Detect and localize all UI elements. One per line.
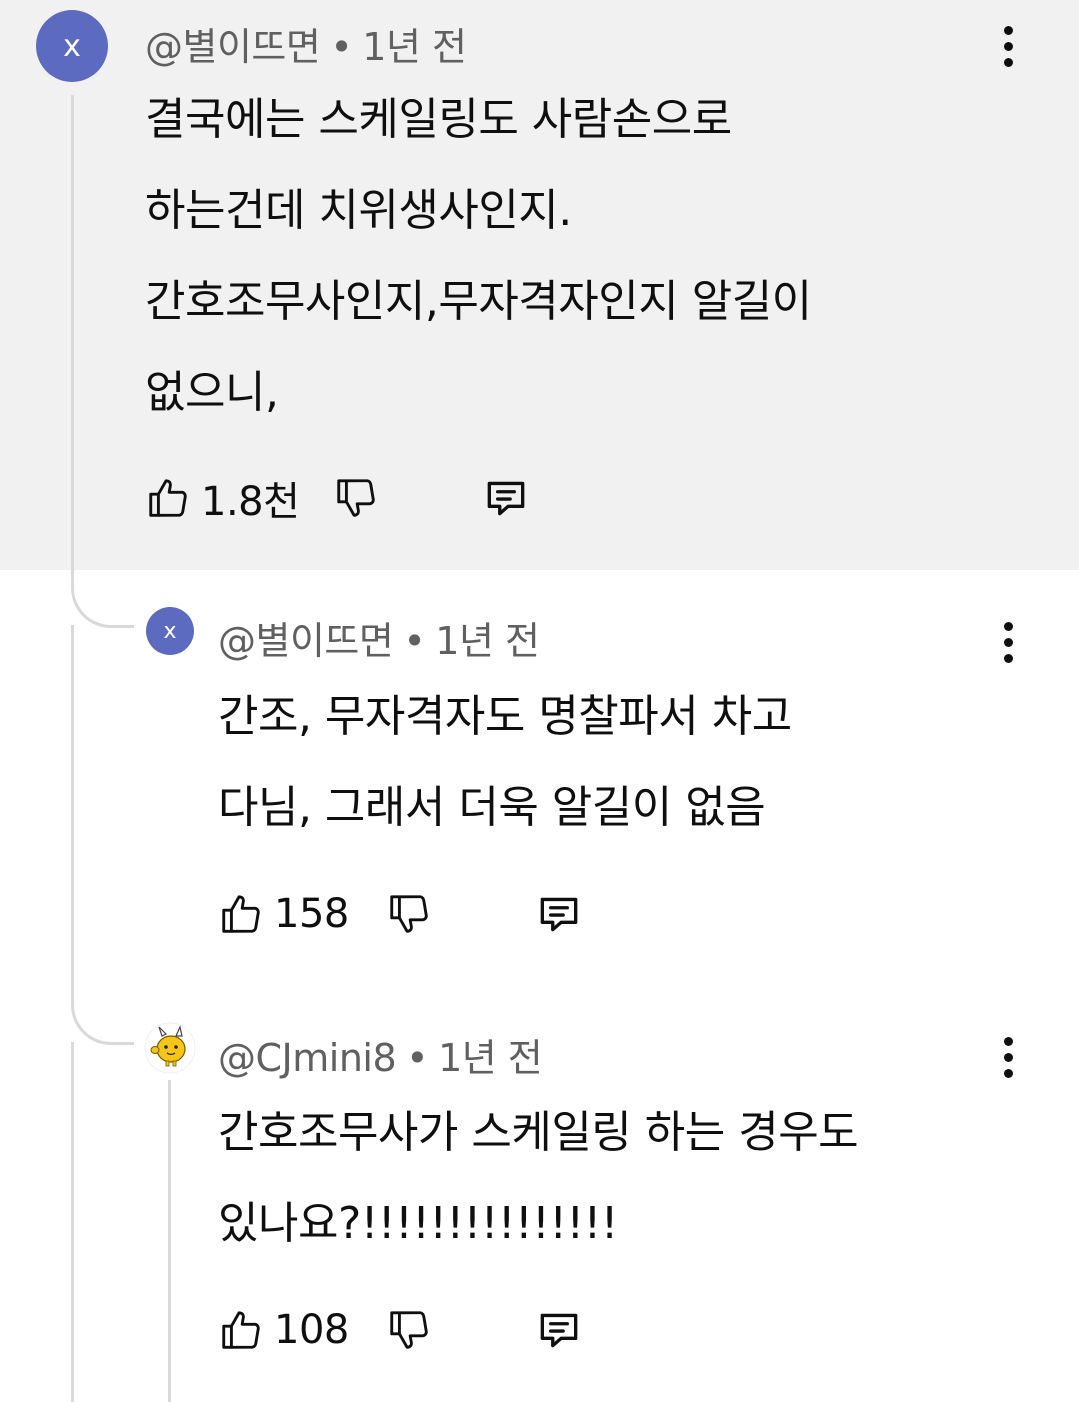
like-count: 108 (274, 1307, 349, 1353)
comment-header: @CJmini8 • 1년 전 (218, 1027, 543, 1082)
character-avatar-icon (144, 1022, 196, 1074)
reply-comment-icon (487, 481, 525, 516)
dislike-button[interactable] (333, 468, 379, 528)
thumbs-up-icon (222, 895, 260, 933)
thumbs-down-icon (390, 1311, 428, 1349)
avatar[interactable]: x (36, 10, 108, 82)
avatar-letter: x (63, 28, 81, 64)
like-button[interactable]: 1.8천 (145, 468, 300, 528)
separator: • (406, 1036, 429, 1080)
comment-text: 결국에는 스케일링도 사람손으로 하는건데 치위생사인지. 간호조무사인지,무자… (145, 74, 812, 438)
more-menu-button[interactable] (988, 1027, 1028, 1087)
comment-line: 결국에는 스케일링도 사람손으로 (145, 94, 732, 145)
reply-comment-icon (540, 1313, 578, 1348)
timestamp[interactable]: 1년 전 (362, 25, 467, 69)
author-name[interactable]: @별이뜨면 (218, 619, 394, 663)
more-vertical-icon (1003, 25, 1013, 35)
like-button[interactable]: 108 (218, 1300, 349, 1360)
thread-line (71, 1042, 74, 1402)
comment-line: 없으니, (145, 367, 279, 418)
more-menu-button[interactable] (988, 612, 1028, 672)
reply-button[interactable] (534, 884, 584, 944)
comment-header: @별이뜨면 • 1년 전 (218, 610, 540, 665)
more-vertical-icon (1003, 1036, 1013, 1046)
comment-line: 있나요?!!!!!!!!!!!!!!! (218, 1198, 618, 1249)
comment-header: @별이뜨면 • 1년 전 (145, 16, 467, 71)
thread-line (71, 625, 74, 990)
thumbs-down-icon (337, 479, 375, 517)
reply-comment-icon (540, 897, 578, 932)
comment-line: 간조, 무자격자도 명찰파서 차고 (218, 691, 792, 742)
comment-line: 간호조무사인지,무자격자인지 알길이 (145, 276, 812, 327)
dislike-button[interactable] (386, 1300, 432, 1360)
avatar[interactable] (144, 1022, 196, 1074)
author-name[interactable]: @CJmini8 (218, 1036, 397, 1080)
comment-actions: 108 (218, 1300, 618, 1360)
timestamp[interactable]: 1년 전 (435, 619, 540, 663)
dislike-button[interactable] (386, 884, 432, 944)
like-count: 158 (274, 891, 349, 937)
like-button[interactable]: 158 (218, 884, 349, 944)
comment-line: 하는건데 치위생사인지. (145, 185, 572, 236)
thread-connector (71, 565, 134, 628)
comment-line: 간호조무사가 스케일링 하는 경우도 (218, 1107, 859, 1158)
thumbs-up-icon (149, 479, 187, 517)
comment-actions: 1.8천 (145, 468, 565, 528)
more-menu-button[interactable] (988, 16, 1028, 76)
separator: • (330, 25, 353, 69)
comment-line: 다님, 그래서 더욱 알길이 없음 (218, 782, 766, 833)
avatar[interactable]: x (146, 607, 194, 655)
comment-actions: 158 (218, 884, 618, 944)
author-name[interactable]: @별이뜨면 (145, 25, 321, 69)
like-count: 1.8천 (201, 479, 300, 525)
reply-thread-line (168, 1080, 171, 1402)
reply-button[interactable] (481, 468, 531, 528)
separator: • (403, 619, 426, 663)
reply-button[interactable] (534, 1300, 584, 1360)
avatar-letter: x (163, 618, 177, 644)
timestamp[interactable]: 1년 전 (438, 1036, 543, 1080)
more-vertical-icon (1003, 621, 1013, 631)
thumbs-down-icon (390, 895, 428, 933)
thread-line (71, 95, 74, 565)
thumbs-up-icon (222, 1311, 260, 1349)
comment-text: 간조, 무자격자도 명찰파서 차고 다님, 그래서 더욱 알길이 없음 (218, 671, 792, 853)
thread-connector (71, 990, 134, 1045)
comment-text: 간호조무사가 스케일링 하는 경우도 있나요?!!!!!!!!!!!!!!! (218, 1087, 859, 1269)
